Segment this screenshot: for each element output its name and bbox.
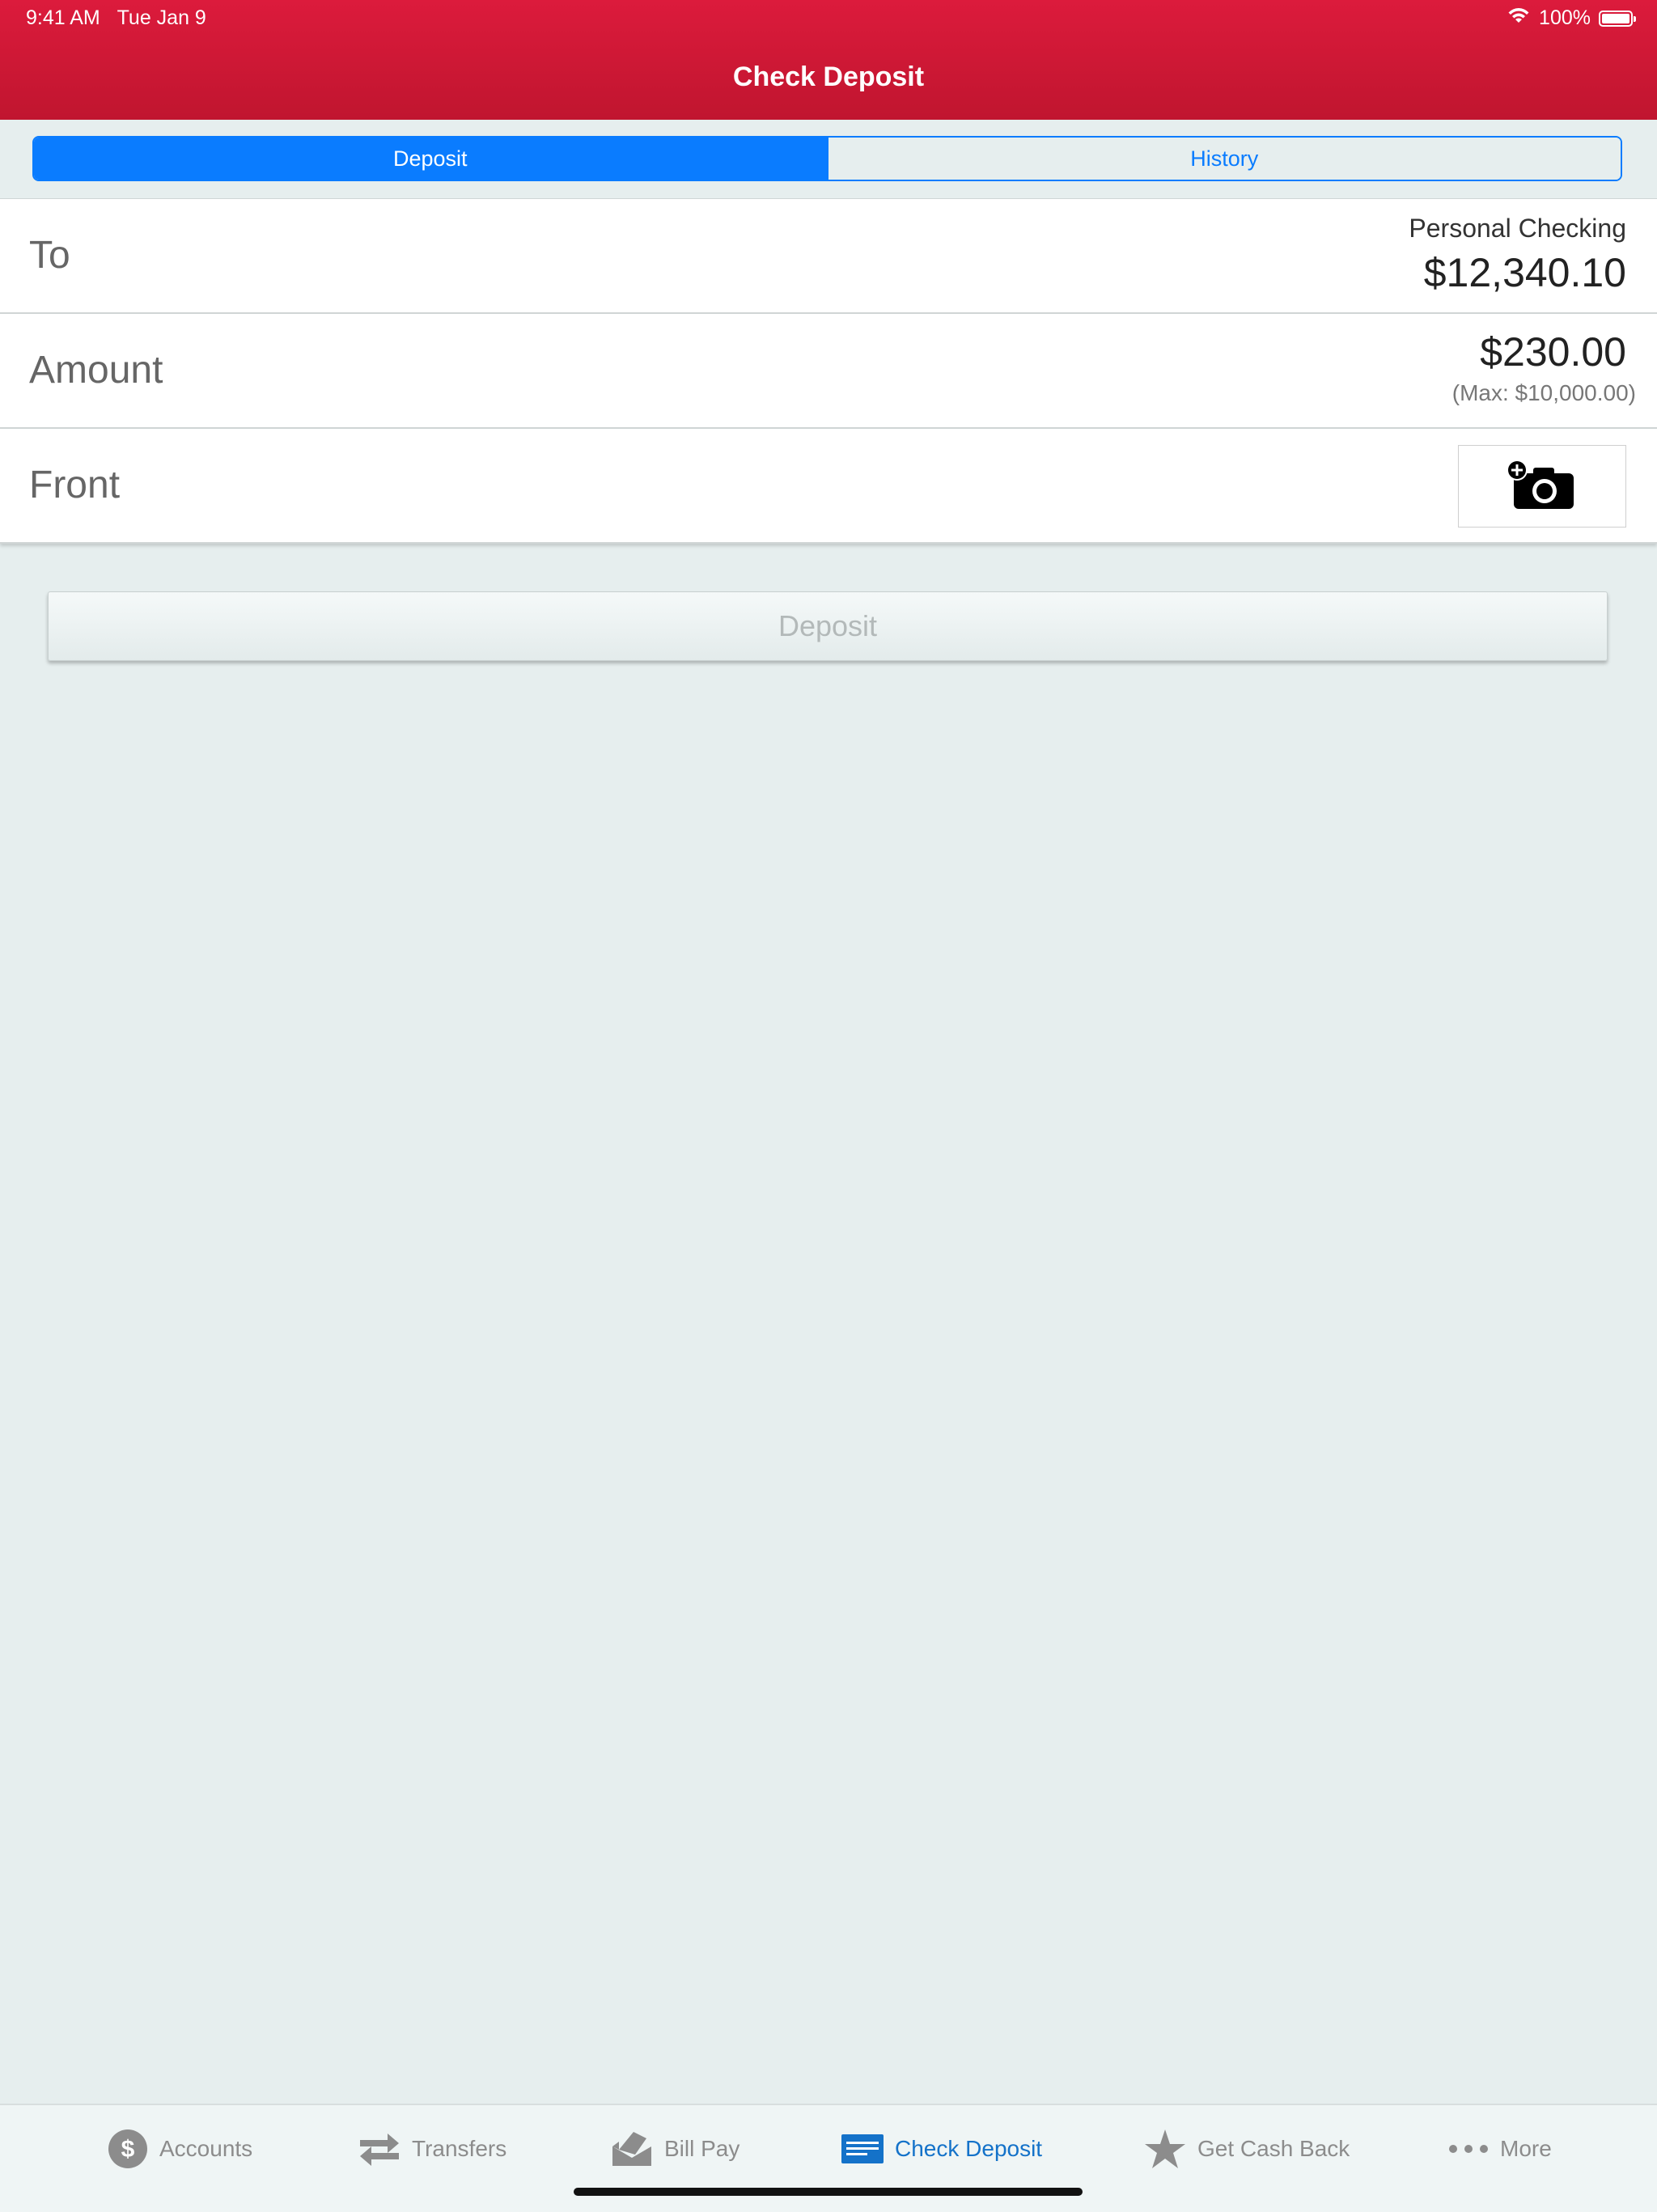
to-account-row[interactable]: To Personal Checking $12,340.10 bbox=[0, 199, 1657, 314]
transfer-arrows-icon bbox=[358, 2130, 400, 2168]
segment-bar: Deposit History bbox=[0, 120, 1657, 200]
page-title: Check Deposit bbox=[732, 61, 925, 92]
more-dots-icon bbox=[1448, 2144, 1489, 2154]
tab-label: More bbox=[1500, 2136, 1552, 2161]
status-bar-right: 100% bbox=[1507, 6, 1636, 30]
tab-get-cash-back[interactable]: Get Cash Back bbox=[1144, 2126, 1350, 2172]
to-label: To bbox=[29, 234, 70, 277]
tab-history[interactable]: History bbox=[826, 138, 1621, 180]
amount-field[interactable]: $230.00 bbox=[1480, 328, 1626, 375]
envelope-icon bbox=[611, 2130, 653, 2168]
tab-label: Transfers bbox=[412, 2136, 507, 2161]
tab-label: Bill Pay bbox=[664, 2136, 740, 2161]
segmented-control: Deposit History bbox=[32, 136, 1622, 181]
tab-transfers[interactable]: Transfers bbox=[358, 2126, 506, 2172]
dollar-circle-icon: $ bbox=[108, 2129, 148, 2169]
account-balance: $12,340.10 bbox=[1423, 250, 1626, 295]
tab-check-deposit[interactable]: Check Deposit bbox=[841, 2126, 1042, 2172]
check-icon bbox=[841, 2134, 884, 2163]
tab-label: Accounts bbox=[159, 2136, 253, 2161]
home-indicator bbox=[574, 2188, 1083, 2196]
status-date: Tue Jan 9 bbox=[117, 6, 206, 29]
status-bar-time: 9:41 AM Tue Jan 9 bbox=[26, 6, 206, 30]
amount-max-hint: (Max: $10,000.00) bbox=[1451, 380, 1636, 405]
account-name: Personal Checking bbox=[1409, 214, 1626, 243]
tab-label: Check Deposit bbox=[895, 2136, 1043, 2161]
nav-header: 9:41 AM Tue Jan 9 100% Check Deposit bbox=[0, 0, 1657, 120]
deposit-button[interactable]: Deposit bbox=[48, 591, 1608, 661]
tab-deposit[interactable]: Deposit bbox=[34, 138, 827, 180]
tab-label: Get Cash Back bbox=[1197, 2136, 1350, 2161]
battery-percent: 100% bbox=[1539, 6, 1591, 29]
wifi-icon bbox=[1507, 6, 1531, 30]
svg-text:$: $ bbox=[121, 2136, 135, 2163]
capture-front-button[interactable] bbox=[1458, 445, 1626, 528]
tab-bill-pay[interactable]: Bill Pay bbox=[611, 2126, 740, 2172]
amount-row[interactable]: Amount $230.00 (Max: $10,000.00) bbox=[0, 314, 1657, 429]
tab-accounts[interactable]: $ Accounts bbox=[108, 2126, 252, 2172]
add-camera-icon bbox=[1506, 459, 1579, 515]
status-time: 9:41 AM bbox=[26, 6, 100, 29]
front-image-row: Front bbox=[0, 429, 1657, 544]
tab-more[interactable]: More bbox=[1448, 2126, 1552, 2172]
amount-label: Amount bbox=[29, 349, 163, 392]
front-label: Front bbox=[29, 464, 121, 506]
battery-icon bbox=[1599, 10, 1636, 27]
star-icon bbox=[1144, 2129, 1186, 2169]
